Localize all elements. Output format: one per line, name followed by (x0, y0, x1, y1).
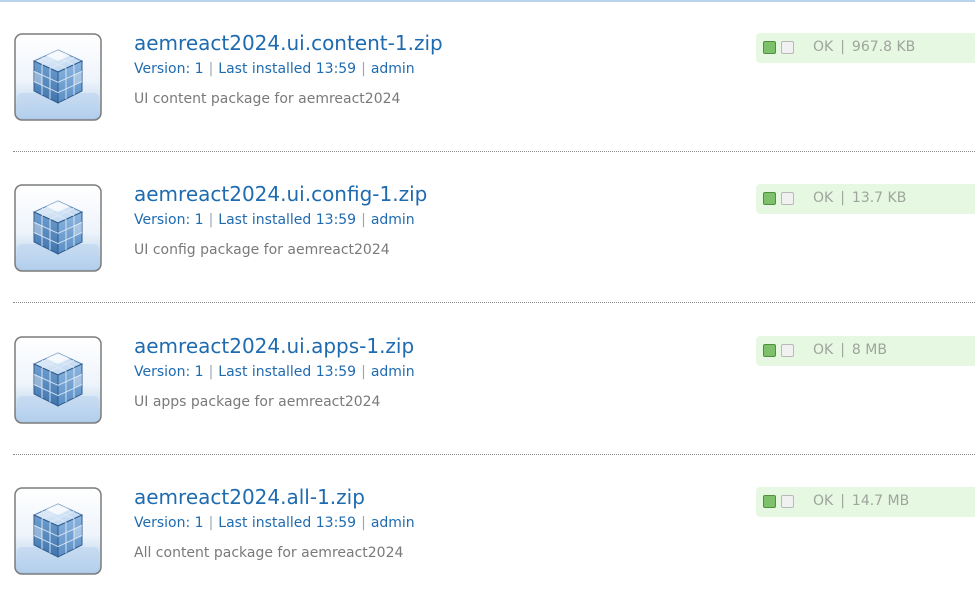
package-row: aemreact2024.all-1.zip Version: 1 | Last i… (0, 454, 975, 599)
package-cube-icon[interactable] (14, 336, 102, 424)
package-description: UI content package for aemreact2024 (134, 91, 401, 107)
separator: | (361, 212, 366, 228)
package-status-badge: OK | 14.7 MB (756, 487, 975, 517)
user-link[interactable]: admin (371, 515, 415, 531)
status-inactive-indicator (781, 495, 794, 508)
package-size: 14.7 MB (851, 493, 910, 509)
package-description: All content package for aemreact2024 (134, 545, 404, 561)
user-link[interactable]: admin (371, 364, 415, 380)
version-link[interactable]: Version: 1 (134, 515, 204, 531)
separator: | (361, 61, 366, 77)
package-cube-icon[interactable] (14, 184, 102, 272)
status-text: OK | 967.8 KB (813, 39, 915, 55)
package-meta: Version: 1 | Last installed 13:59 | admin (134, 212, 415, 228)
status-label: OK (813, 39, 834, 55)
package-status-badge: OK | 967.8 KB (756, 33, 975, 63)
user-link[interactable]: admin (371, 61, 415, 77)
package-cube-icon[interactable] (14, 33, 102, 121)
package-name-link[interactable]: aemreact2024.ui.config-1.zip (134, 182, 427, 206)
status-inactive-indicator (781, 192, 794, 205)
status-label: OK (813, 493, 834, 509)
package-row: aemreact2024.ui.content-1.zip Version: 1… (0, 0, 975, 152)
status-text: OK | 14.7 MB (813, 493, 909, 509)
last-installed-link[interactable]: Last installed 13:59 (218, 515, 356, 531)
version-link[interactable]: Version: 1 (134, 364, 204, 380)
status-ok-indicator (763, 344, 776, 357)
separator: | (208, 61, 214, 77)
last-installed-link[interactable]: Last installed 13:59 (218, 212, 356, 228)
separator: | (840, 493, 845, 509)
separator: | (208, 364, 214, 380)
separator: | (840, 39, 845, 55)
status-ok-indicator (763, 41, 776, 54)
version-link[interactable]: Version: 1 (134, 212, 204, 228)
separator: | (208, 212, 214, 228)
package-name-link[interactable]: aemreact2024.all-1.zip (134, 485, 365, 509)
status-ok-indicator (763, 192, 776, 205)
separator: | (361, 364, 366, 380)
status-text: OK | 8 MB (813, 342, 887, 358)
package-meta: Version: 1 | Last installed 13:59 | admin (134, 515, 415, 531)
package-status-badge: OK | 8 MB (756, 336, 975, 366)
status-inactive-indicator (781, 344, 794, 357)
last-installed-link[interactable]: Last installed 13:59 (218, 61, 356, 77)
package-meta: Version: 1 | Last installed 13:59 | admin (134, 364, 415, 380)
separator: | (840, 190, 845, 206)
status-inactive-indicator (781, 41, 794, 54)
status-label: OK (813, 342, 834, 358)
package-size: 13.7 KB (851, 190, 907, 206)
status-label: OK (813, 190, 834, 206)
package-cube-icon[interactable] (14, 487, 102, 575)
package-description: UI config package for aemreact2024 (134, 242, 390, 258)
user-link[interactable]: admin (371, 212, 415, 228)
version-link[interactable]: Version: 1 (134, 61, 204, 77)
separator: | (361, 515, 366, 531)
separator: | (840, 342, 845, 358)
package-size: 8 MB (851, 342, 887, 358)
status-ok-indicator (763, 495, 776, 508)
package-row: aemreact2024.ui.apps-1.zip Version: 1 | La… (0, 303, 975, 455)
package-status-badge: OK | 13.7 KB (756, 184, 975, 214)
status-text: OK | 13.7 KB (813, 190, 906, 206)
package-meta: Version: 1 | Last installed 13:59 | admin (134, 61, 415, 77)
package-name-link[interactable]: aemreact2024.ui.apps-1.zip (134, 334, 414, 358)
package-name-link[interactable]: aemreact2024.ui.content-1.zip (134, 31, 443, 55)
package-description: UI apps package for aemreact2024 (134, 394, 381, 410)
package-list: aemreact2024.ui.content-1.zip Version: 1… (0, 0, 975, 599)
separator: | (208, 515, 214, 531)
package-size: 967.8 KB (851, 39, 916, 55)
last-installed-link[interactable]: Last installed 13:59 (218, 364, 356, 380)
package-row: aemreact2024.ui.config-1.zip Version: 1 |… (0, 151, 975, 303)
